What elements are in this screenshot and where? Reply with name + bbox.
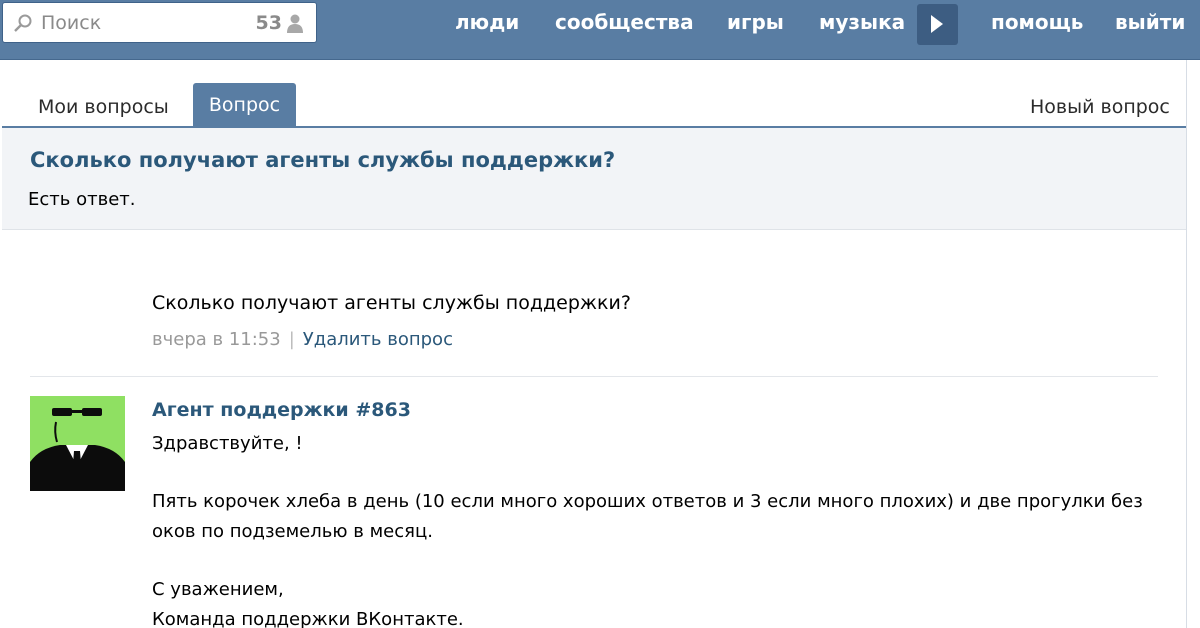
search-box[interactable]: Поиск 53 xyxy=(2,2,317,43)
tab-question[interactable]: Вопрос xyxy=(193,83,296,127)
play-icon xyxy=(931,15,943,33)
meta-separator: | xyxy=(288,329,295,350)
agent-silhouette-icon xyxy=(30,396,125,491)
question-text: Сколько получают агенты службы поддержки… xyxy=(152,292,631,314)
delete-question-link[interactable]: Удалить вопрос xyxy=(303,329,453,350)
question-title: Сколько получают агенты службы поддержки… xyxy=(30,148,616,172)
nav-help[interactable]: помощь xyxy=(991,10,1083,34)
nav-logout[interactable]: выйти xyxy=(1115,10,1185,34)
page-border xyxy=(1186,60,1187,628)
answer-closing: С уважением, xyxy=(152,579,284,600)
nav-people[interactable]: люди xyxy=(455,10,519,34)
divider xyxy=(30,376,1158,377)
question-header: Сколько получают агенты службы поддержки… xyxy=(2,128,1186,230)
nav-communities[interactable]: сообщества xyxy=(555,10,694,34)
nav-games[interactable]: игры xyxy=(727,10,784,34)
online-count: 53 xyxy=(255,12,282,34)
new-question-link[interactable]: Новый вопрос xyxy=(1030,96,1170,118)
top-bar: Поиск 53 люди сообщества игры музыка пом… xyxy=(0,0,1200,60)
question-time: вчера в 11:53 xyxy=(152,329,281,350)
answer-body-line-1: Пять корочек хлеба в день (10 если много… xyxy=(152,491,1143,512)
person-icon xyxy=(287,14,303,33)
question-meta: вчера в 11:53 | Удалить вопрос xyxy=(152,329,453,350)
answer-author[interactable]: Агент поддержки #863 xyxy=(152,399,411,421)
answer-greeting: Здравствуйте, ! xyxy=(152,433,303,454)
search-placeholder: Поиск xyxy=(41,12,102,34)
music-play-button[interactable] xyxy=(917,4,958,45)
search-icon xyxy=(14,14,32,32)
answer-signature: Команда поддержки ВКонтакте. xyxy=(152,609,464,628)
nav-music[interactable]: музыка xyxy=(819,10,905,34)
answer-body-line-2: оков по подземелью в месяц. xyxy=(152,521,433,542)
question-status: Есть ответ. xyxy=(28,189,136,210)
tab-my-questions[interactable]: Мои вопросы xyxy=(38,96,169,118)
agent-avatar[interactable] xyxy=(30,396,125,491)
